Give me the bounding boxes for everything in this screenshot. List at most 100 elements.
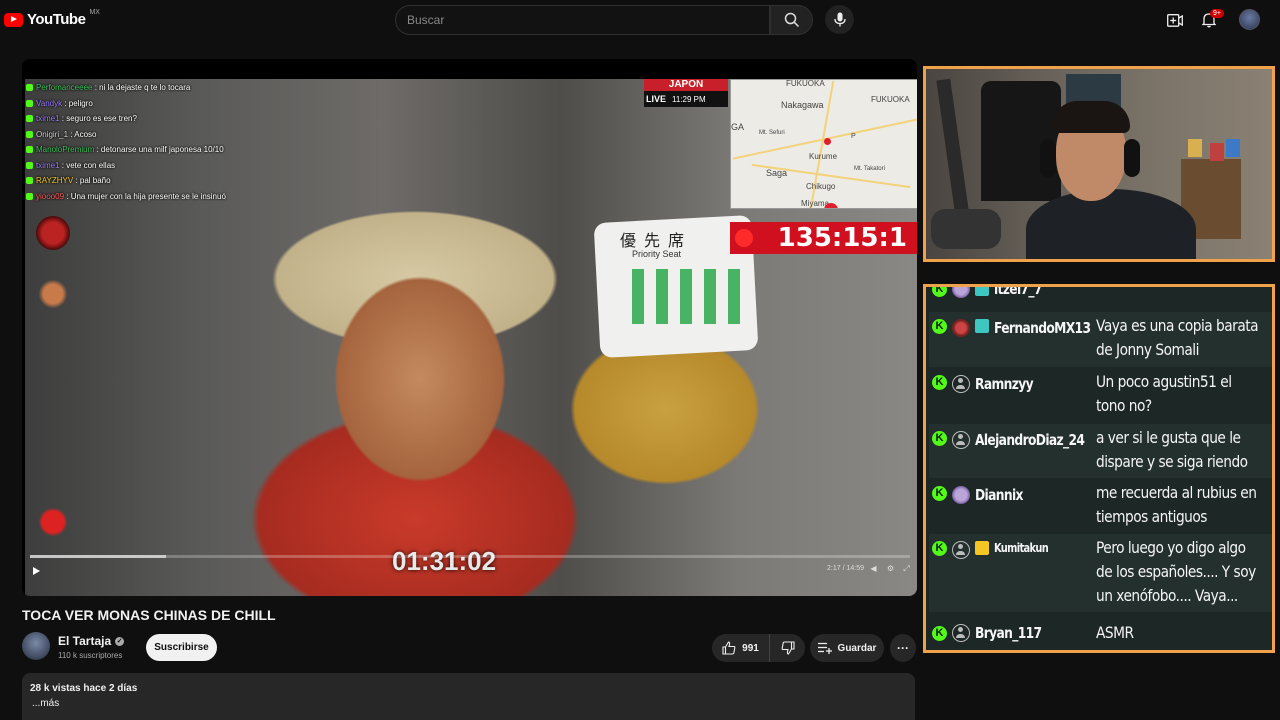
overlay-chat-line: ManoloPremium : detonarse una milf japon… bbox=[26, 142, 316, 158]
chat-message-line: tiempos antiguos bbox=[1096, 507, 1207, 526]
chat-message-line: tono no? bbox=[1096, 396, 1152, 415]
youtube-logo[interactable]: YouTube MX bbox=[4, 9, 100, 28]
top-bar: YouTube MX Buscar 9+ bbox=[0, 0, 1280, 40]
chat-message-line: Un poco agustin51 el bbox=[1096, 372, 1232, 391]
overlay-chat-line: Onigiri_1 : Acoso bbox=[26, 127, 316, 143]
overlay-chat-text: : seguro es ese tren? bbox=[59, 114, 137, 123]
heart-icon bbox=[735, 229, 753, 247]
shelf-figure bbox=[1188, 139, 1202, 157]
headphones-icon bbox=[1040, 139, 1056, 177]
location-marker-icon bbox=[824, 203, 838, 208]
sign-pictograms bbox=[632, 269, 742, 324]
chat-message-text: me recuerda al rubius en tiempos antiguos bbox=[1096, 479, 1272, 533]
map-label: Mt. Sefuri bbox=[759, 130, 785, 136]
streamer-webcam bbox=[923, 66, 1275, 262]
brand-name: YouTube bbox=[27, 11, 86, 28]
chat-message-text: Pero luego yo digo algo de los españoles.… bbox=[1096, 534, 1272, 612]
views-and-date: 28 k vistas hace 2 días bbox=[30, 683, 138, 694]
chat-message-text: ASMR bbox=[1096, 613, 1272, 650]
chat-username[interactable]: FernandoMX13 bbox=[994, 319, 1091, 337]
kick-badge-icon bbox=[26, 146, 33, 154]
overlay-chat-line: Perfomanceeee : ni la dejaste q te lo to… bbox=[26, 80, 316, 96]
kick-badge-icon bbox=[26, 99, 33, 107]
stream-counter: 135:15:1 bbox=[730, 222, 917, 254]
save-button[interactable]: Guardar bbox=[810, 634, 884, 662]
channel-avatar[interactable] bbox=[22, 632, 50, 660]
channel-name-wrap[interactable]: El Tartaja ✓ bbox=[58, 634, 125, 648]
side-chat-panel: Kitzel7_7 K FernandoMX13 Vaya es una copia … bbox=[923, 284, 1275, 653]
location-badge: JAPON LIVE 11:29 PM bbox=[644, 79, 728, 109]
subscriber-badge-icon bbox=[975, 541, 989, 555]
channel-name[interactable]: El Tartaja bbox=[58, 634, 111, 648]
avatar[interactable] bbox=[1239, 9, 1260, 30]
overlay-chat-line: txime1 : vete con ellas bbox=[26, 158, 316, 174]
chat-message-text: a ver si le gusta que le dispare y se sig… bbox=[1096, 424, 1272, 478]
country-code: MX bbox=[89, 9, 100, 16]
mic-icon bbox=[833, 12, 846, 27]
chat-message-row: Kitzel7_7 bbox=[929, 287, 1272, 299]
chat-username[interactable]: Kumitakun bbox=[994, 541, 1049, 555]
overlay-chat-line: Vandyk : peligro bbox=[26, 96, 316, 112]
user-avatar-icon bbox=[952, 287, 970, 298]
chat-message-line: Pero luego yo digo algo bbox=[1096, 538, 1246, 557]
chat-username[interactable]: Bryan_117 bbox=[975, 624, 1042, 642]
play-icon[interactable] bbox=[33, 567, 40, 575]
chat-message-line: ASMR bbox=[1096, 623, 1134, 642]
search-button[interactable] bbox=[770, 5, 813, 35]
lips-icon bbox=[36, 505, 70, 539]
chat-user-info: K Diannix bbox=[929, 479, 1096, 533]
microphone bbox=[931, 209, 1001, 249]
streamer-body bbox=[1026, 189, 1196, 259]
chat-username[interactable]: Ramnzyy bbox=[975, 375, 1034, 393]
headphones-icon bbox=[1124, 139, 1140, 177]
like-button[interactable]: 991 bbox=[712, 634, 770, 662]
subscriber-badge-icon bbox=[975, 287, 989, 296]
overlay-chat-user: Onigiri_1 bbox=[36, 129, 69, 139]
overlay-chat-text: : detonarse una milf japonesa 10/10 bbox=[94, 145, 224, 154]
more-actions-button[interactable]: ··· bbox=[890, 634, 916, 662]
dislike-button[interactable] bbox=[770, 634, 805, 662]
kick-badge-icon bbox=[26, 161, 33, 169]
map-label: GA bbox=[731, 122, 745, 132]
overlay-chat-text: : peligro bbox=[62, 98, 93, 108]
chat-username[interactable]: AlejandroDiaz_24 bbox=[975, 431, 1085, 449]
chat-username[interactable]: itzel7_7 bbox=[994, 287, 1043, 298]
kick-badge-icon: K bbox=[932, 375, 947, 390]
subscribe-button[interactable]: Suscribirse bbox=[146, 634, 217, 661]
voice-search-button[interactable] bbox=[825, 5, 854, 34]
overlay-chat-text: : vete con ellas bbox=[59, 160, 116, 170]
chat-user-info: K AlejandroDiaz_24 bbox=[929, 424, 1096, 478]
user-avatar-icon bbox=[952, 624, 970, 642]
search-input[interactable]: Buscar bbox=[395, 5, 770, 35]
like-count: 991 bbox=[742, 642, 759, 654]
chat-username[interactable]: Diannix bbox=[975, 486, 1023, 504]
kick-badge-icon: K bbox=[932, 486, 947, 501]
fullscreen-icon[interactable]: ⤢ bbox=[902, 564, 911, 573]
overlay-chat-line: RAYZHYV : pal baño bbox=[26, 173, 316, 189]
user-avatar-icon bbox=[952, 431, 970, 449]
volume-icon[interactable]: ◀ bbox=[869, 564, 878, 573]
video-player[interactable]: 優先席 Priority Seat Perfomanceeee : ni la … bbox=[22, 59, 917, 596]
overlay-chat-user: txime1 bbox=[36, 114, 60, 123]
verified-icon: ✓ bbox=[115, 637, 125, 647]
map-label: Nakagawa bbox=[781, 100, 824, 110]
chat-user-info: K Ramnzyy bbox=[929, 368, 1096, 423]
seek-bar[interactable] bbox=[30, 555, 910, 558]
video-title: TOCA VER MONAS CHINAS DE CHILL bbox=[22, 607, 276, 623]
show-more-link[interactable]: ...más bbox=[32, 698, 907, 709]
save-playlist-icon bbox=[817, 642, 832, 654]
kick-badge-icon: K bbox=[932, 319, 947, 334]
overlay-chat-user: Perfomanceeee bbox=[36, 83, 93, 92]
chat-user-info: Kitzel7_7 bbox=[929, 287, 1096, 299]
settings-icon[interactable]: ⚙ bbox=[886, 564, 895, 573]
description-box[interactable]: 28 k vistas hace 2 días ...más bbox=[22, 673, 915, 720]
user-avatar-icon bbox=[952, 541, 970, 559]
save-label: Guardar bbox=[837, 642, 877, 654]
subscriber-count: 110 k suscriptores bbox=[58, 651, 123, 660]
thumbs-down-icon bbox=[781, 641, 795, 655]
live-indicator: LIVE 11:29 PM bbox=[644, 91, 728, 107]
chat-message-text bbox=[1096, 287, 1272, 299]
thumbs-up-icon bbox=[722, 641, 736, 655]
create-button[interactable] bbox=[1165, 10, 1185, 30]
chat-message-line: de los españoles.... Y soy bbox=[1096, 562, 1256, 581]
